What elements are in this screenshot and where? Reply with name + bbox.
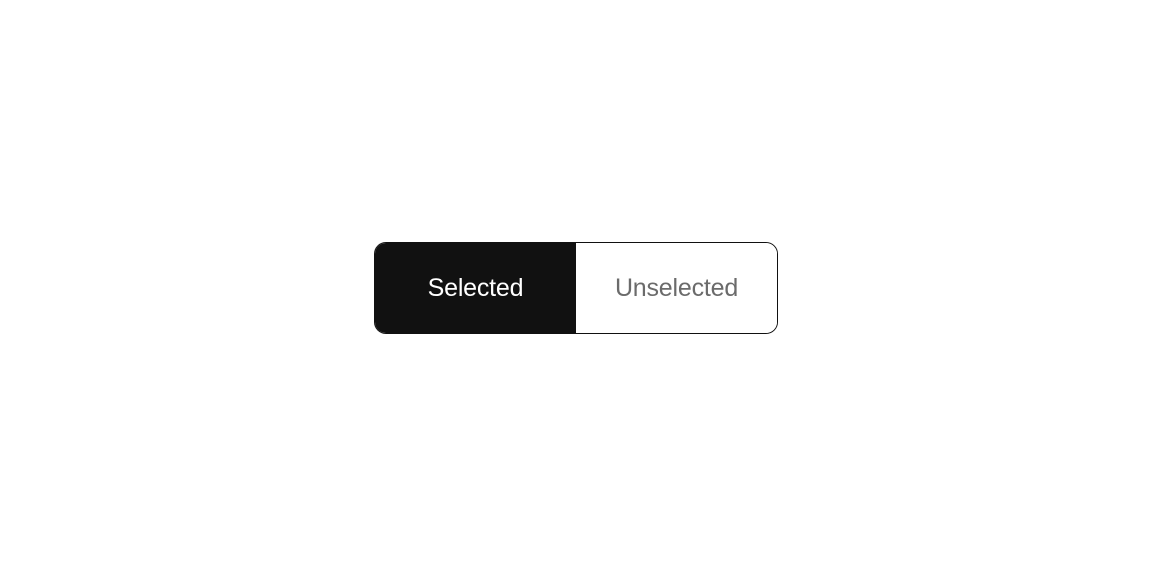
segmented-control: Selected Unselected [374,242,778,334]
segment-unselected[interactable]: Unselected [576,243,777,333]
segment-label: Unselected [615,274,738,303]
segment-label: Selected [428,274,524,303]
segment-selected[interactable]: Selected [375,243,576,333]
